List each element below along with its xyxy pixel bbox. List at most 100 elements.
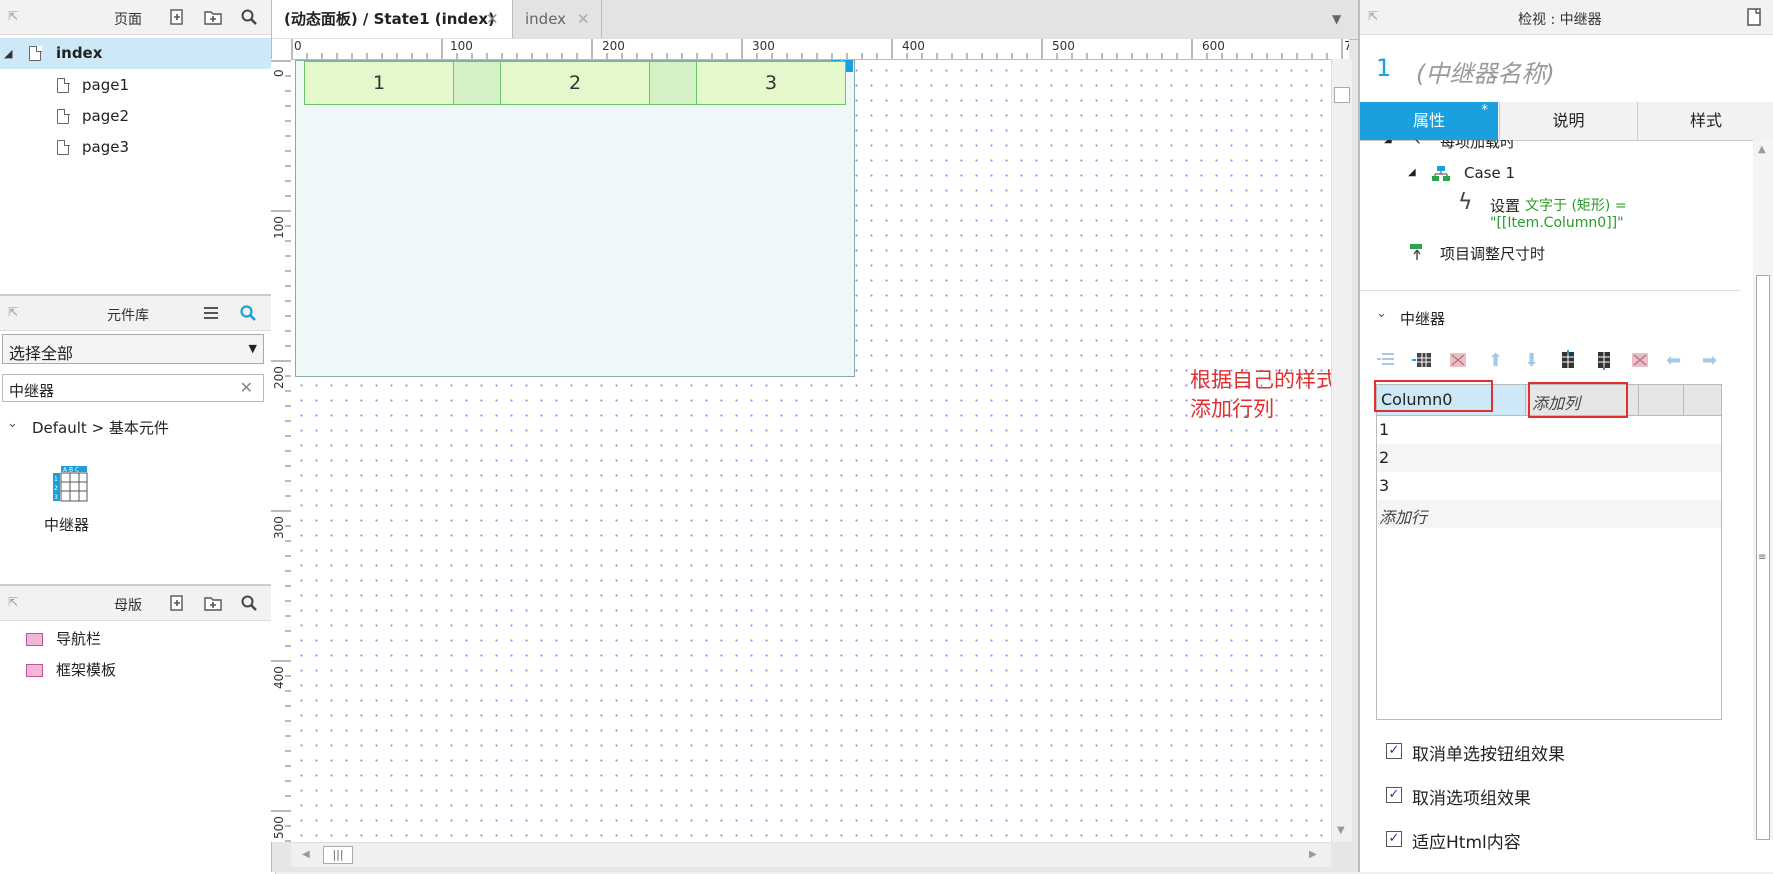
dataset-row[interactable]: 2 [1377,444,1721,472]
insert-column-right-icon[interactable] [1594,350,1614,370]
page-item-page3[interactable]: page3 [0,132,275,163]
search-icon[interactable] [240,594,258,612]
event-item-loaded[interactable]: ◢ ↖ 每项加载时 [1360,140,1750,154]
dynamic-panel[interactable] [295,60,855,377]
pin-icon[interactable]: ⇱ [8,306,20,318]
pin-icon[interactable]: ⇱ [8,596,20,608]
master-icon [26,633,43,646]
page-item-index[interactable]: ◢ index [0,38,275,69]
dataset-cell[interactable]: 3 [1379,476,1389,495]
inspector-scrollbar[interactable]: ▲ ≡ [1753,140,1773,840]
dataset-row[interactable]: 3 [1377,472,1721,500]
svg-text:2: 2 [54,485,58,492]
search-icon[interactable] [240,8,258,26]
repeater-item-1[interactable]: 1 [304,61,454,105]
page-item-page2[interactable]: page2 [0,101,275,132]
expand-triangle-icon[interactable]: ◢ [1408,167,1416,178]
dataset-cell[interactable]: 2 [1379,448,1389,467]
page-label: page1 [82,76,130,94]
library-select[interactable]: 选择全部 ▼ [2,334,264,364]
repeater-item-text: 2 [568,72,582,94]
clear-icon[interactable]: ✕ [240,378,253,397]
option-row[interactable]: ✓ 取消单选按钮组效果 [1386,740,1726,765]
action-item[interactable]: ϟ 设置 文字于 (矩形) = "[[Item.Column0]]" [1360,190,1750,240]
menu-icon[interactable] [202,304,220,322]
action-detail-1: 文字于 (矩形) = [1525,198,1627,214]
event-item-resize[interactable]: 项目调整尺寸时 [1360,240,1750,266]
repeater-widget-label: 中继器 [44,516,90,534]
tab-properties[interactable]: 属性 * [1360,102,1498,140]
option-row[interactable]: ✓ 取消选项组效果 [1386,784,1726,809]
close-icon[interactable]: ✕ [486,0,499,38]
master-item-frame[interactable]: 框架模板 [0,655,270,686]
tab-index[interactable]: index ✕ [513,0,602,38]
checkbox[interactable]: ✓ [1386,787,1402,803]
inspector-title: 检视 : 中继器 [1518,12,1602,28]
tab-dynamic-panel[interactable]: (动态面板) / State1 (index) ✕ [272,0,513,38]
expand-triangle-icon[interactable]: ◢ [4,38,12,69]
checkbox[interactable]: ✓ [1386,831,1402,847]
ruler-label: 7 [1344,39,1349,53]
page-notes-icon[interactable] [1745,8,1763,26]
case-item[interactable]: ◢ Case 1 [1360,162,1750,186]
move-up-icon[interactable]: ⬆ [1488,350,1503,371]
search-icon[interactable] [239,304,257,322]
inspector-header: ⇱ 检视 : 中继器 [1360,0,1773,35]
page-icon [57,139,70,155]
repeater-item-3[interactable]: 3 [696,61,846,105]
scroll-right-icon[interactable]: ▶ [1309,849,1317,860]
pin-icon[interactable]: ⇱ [1368,10,1380,22]
repeater-widget-icon: A B C 1 2 3 [53,466,88,502]
move-left-icon[interactable]: ⬅ [1666,350,1681,371]
insert-row-icon[interactable] [1376,350,1396,370]
move-down-icon[interactable]: ⬇ [1524,350,1539,371]
scrollbar-thumb[interactable] [1334,87,1350,103]
tab-overflow-icon[interactable]: ▼ [1332,12,1341,26]
close-icon[interactable]: ✕ [577,0,590,38]
scroll-up-icon[interactable]: ▲ [1758,144,1766,155]
canvas-horizontal-scrollbar[interactable]: ◀ ||| ▶ [291,842,1331,867]
ruler-ticks [291,39,1343,59]
page-icon [29,45,42,61]
dataset-grid: Column0 添加列 1 2 3 添加行 [1376,384,1722,720]
ruler-label: 200 [272,366,286,389]
scroll-down-icon[interactable]: ▼ [1337,825,1345,836]
canvas-vertical-scrollbar[interactable]: ▼ [1331,59,1352,842]
add-folder-icon[interactable] [204,8,222,26]
repeater-widget[interactable]: A B C 1 2 3 中继器 [40,462,104,542]
move-right-icon[interactable]: ➡ [1702,350,1717,371]
tab-notes[interactable]: 说明 [1499,102,1638,140]
event-label: 每项加载时 [1440,140,1516,151]
page-icon [57,108,70,124]
repeater-item-2[interactable]: 2 [500,61,650,105]
option-row[interactable]: ✓ 适应Html内容 [1386,828,1726,853]
insert-column-left-icon[interactable] [1558,350,1578,370]
dataset-row[interactable]: 1 [1377,416,1721,444]
master-item-navbar[interactable]: 导航栏 [0,624,270,655]
checkbox[interactable]: ✓ [1386,743,1402,759]
add-row-icon[interactable] [1412,350,1432,370]
scrollbar-thumb[interactable]: ≡ [1756,275,1770,840]
tab-label: index [525,10,567,28]
library-panel-title: 元件库 [107,308,149,324]
dataset-cell[interactable]: 1 [1379,420,1389,439]
scrollbar-thumb[interactable]: ||| [323,846,353,864]
delete-row-icon[interactable] [1448,350,1468,370]
add-folder-icon[interactable] [204,594,222,612]
pin-icon[interactable]: ⇱ [8,10,20,22]
repeater-section-header[interactable]: ⌄ 中继器 [1360,306,1740,330]
tab-style[interactable]: 样式 [1637,102,1773,140]
add-row[interactable]: 添加行 [1377,500,1721,528]
library-category[interactable]: ⌄ Default > 基本元件 [0,414,270,440]
scroll-left-icon[interactable]: ◀ [302,849,310,860]
ruler-label: 100 [272,216,286,239]
expand-triangle-icon[interactable]: ◢ [1384,140,1392,145]
add-page-icon[interactable] [168,8,186,26]
page-item-page1[interactable]: page1 [0,70,275,101]
add-master-icon[interactable] [168,594,186,612]
widget-name-input[interactable]: (中继器名称) [1416,54,1555,89]
master-icon [26,664,43,677]
delete-column-icon[interactable] [1630,350,1650,370]
master-label: 导航栏 [56,630,102,648]
library-search-input[interactable]: 中继器 ✕ [2,374,264,402]
